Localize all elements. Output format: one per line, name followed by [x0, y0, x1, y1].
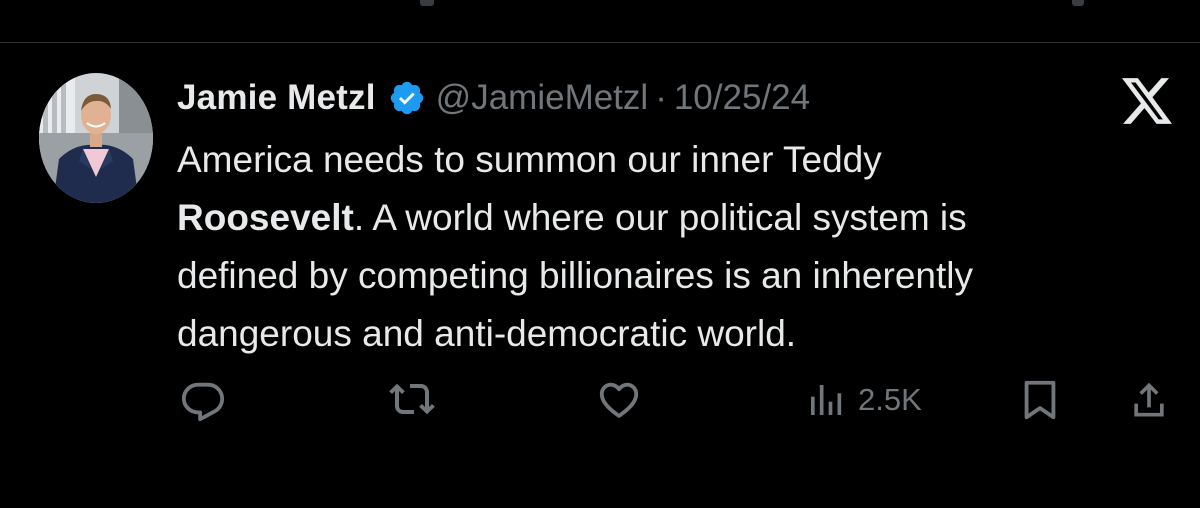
retweet-icon: [388, 376, 436, 424]
share-button[interactable]: [1127, 376, 1171, 424]
reply-icon: [180, 377, 226, 423]
tweet-text-line: Roosevelt. A world where our political s…: [177, 189, 1167, 247]
previous-tweet-fragment: [1072, 0, 1084, 6]
bold-name: Roosevelt: [177, 197, 354, 238]
share-icon: [1127, 378, 1171, 422]
tweet-text: America needs to summon our inner Teddy …: [177, 131, 1167, 363]
retweet-button[interactable]: [388, 376, 436, 424]
bookmark-icon: [1017, 377, 1063, 423]
views-button[interactable]: 2.5K: [806, 376, 922, 424]
tweet-text-line: America needs to summon our inner Teddy: [177, 139, 882, 180]
separator-dot: ·: [655, 78, 667, 117]
avatar[interactable]: [39, 73, 153, 203]
tweet-text-line: defined by competing billionaires is an …: [177, 255, 973, 296]
author-name[interactable]: Jamie Metzl: [177, 78, 376, 118]
heart-icon: [596, 377, 642, 423]
previous-tweet-fragment: [420, 0, 434, 6]
tweet-header: Jamie Metzl @JamieMetzl · 10/25/24: [177, 76, 810, 120]
tweet-divider: [0, 42, 1200, 43]
views-count: 2.5K: [858, 382, 922, 417]
x-logo-icon[interactable]: [1122, 78, 1172, 124]
tweet-text-segment: . A world where our political system is: [353, 197, 967, 238]
reply-button[interactable]: [180, 376, 226, 424]
tweet-text-line: dangerous and anti-democratic world.: [177, 313, 797, 354]
tweet-date[interactable]: 10/25/24: [674, 78, 810, 118]
like-button[interactable]: [596, 376, 642, 424]
analytics-icon: [806, 380, 846, 420]
bookmark-button[interactable]: [1017, 376, 1063, 424]
author-handle[interactable]: @JamieMetzl: [436, 78, 649, 118]
verified-badge-icon[interactable]: [388, 79, 426, 117]
